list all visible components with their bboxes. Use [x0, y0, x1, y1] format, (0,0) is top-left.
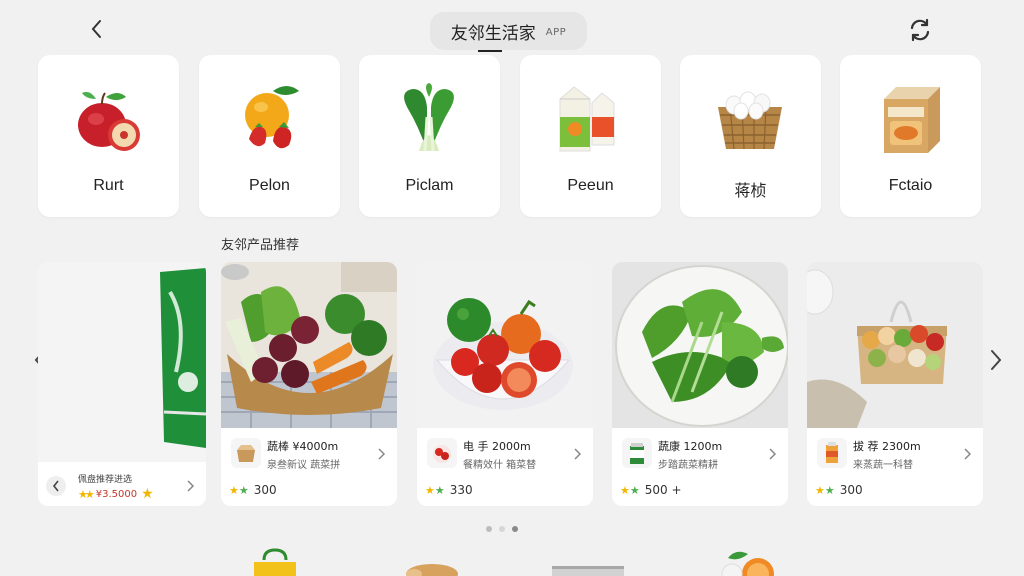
product-card[interactable]: 电 手 2000m 餐精效什 箱菜替 ★ ★ 330: [417, 262, 593, 506]
category-label: Peeun: [567, 177, 614, 194]
egg-basket-icon: [718, 91, 782, 150]
bread-icon[interactable]: [402, 548, 462, 576]
star-icon: ★: [824, 483, 835, 497]
tomato-thumb-icon: [427, 438, 457, 468]
refresh-button[interactable]: [904, 14, 936, 46]
bok-choy-icon: [404, 83, 454, 152]
category-card-piclam[interactable]: Piclam: [359, 55, 500, 217]
chevron-left-icon: [91, 20, 101, 38]
chevron-right-icon[interactable]: [573, 448, 583, 460]
category-card-peeun[interactable]: Peeun: [520, 55, 661, 217]
rating-row: ★ ★ 300: [807, 476, 983, 504]
chevron-right-icon[interactable]: [186, 480, 196, 492]
rating-value: 300: [253, 483, 277, 497]
chevron-right-icon: [991, 350, 1002, 370]
category-label: Fctaio: [888, 177, 933, 194]
partial-info-row: 佩盘推荐进选 ★★ ¥3.5000 ★: [38, 464, 206, 506]
app-title-pill: 友邻生活家 APP: [430, 12, 587, 50]
product-name: 电 手 2000m: [463, 440, 531, 453]
chevron-left-icon: [52, 480, 59, 492]
rating-value: 500 +: [644, 483, 682, 497]
tomato-bowl-image: [417, 262, 593, 428]
orange-icon[interactable]: [712, 548, 782, 576]
category-label: 蒋桢: [734, 183, 767, 200]
carousel-next-button[interactable]: [984, 344, 1008, 376]
star-icon: ★: [238, 483, 249, 497]
category-card-eggs[interactable]: 蒋桢: [680, 55, 821, 217]
rating-value: 330: [449, 483, 473, 497]
category-label: Piclam: [405, 177, 454, 194]
leafy-greens-plate-image: [612, 262, 788, 428]
green-bag-image: [38, 262, 206, 462]
juice-thumb-icon: [817, 438, 847, 468]
product-desc: 泉叁新议 蔬菜拼: [267, 460, 341, 471]
star-icon: ★: [434, 483, 445, 497]
pagination-dot-active[interactable]: [512, 526, 518, 532]
star-icon: ★: [815, 483, 825, 497]
star-icon: ★: [425, 483, 435, 497]
vegetable-basket-image: [221, 262, 397, 428]
product-card[interactable]: 拔 荐 2300m 来蒸蔬一科替 ★ ★ 300: [807, 262, 983, 506]
orange-strawberry-icon: [245, 86, 299, 149]
product-card[interactable]: 蔬棒 ¥4000m 泉叁新议 蔬菜拼 ★ ★ 300: [221, 262, 397, 506]
category-card-pelon[interactable]: Pelon: [199, 55, 340, 217]
product-name: 蔬棒 ¥4000m: [267, 440, 339, 453]
partial-price: ¥3.5000: [95, 488, 138, 500]
product-desc: 来蒸蔬一科替: [853, 460, 913, 471]
container-icon[interactable]: [548, 548, 628, 576]
star-icon: ★: [620, 483, 630, 497]
apple-icon: [78, 91, 140, 151]
product-name: 蔬康 1200m: [658, 440, 723, 453]
rating-value: 300: [839, 483, 863, 497]
chevron-right-icon[interactable]: [963, 448, 973, 460]
product-info-row: 蔬康 1200m 步踏蔬菜精耕: [612, 428, 788, 476]
food-box-icon: [884, 87, 940, 153]
star-icon: ★: [629, 483, 640, 497]
produce-box-image: [807, 262, 983, 428]
product-desc: 步踏蔬菜精耕: [658, 460, 718, 471]
rating-row: ★ ★ 500 +: [612, 476, 788, 504]
product-info-row: 电 手 2000m 餐精效什 箱菜替: [417, 428, 593, 476]
shopping-bag-icon[interactable]: [250, 548, 300, 576]
product-desc: 餐精效什 箱菜替: [463, 460, 537, 471]
chevron-right-icon[interactable]: [377, 448, 387, 460]
box-thumb-icon: [231, 438, 261, 468]
category-label: Rurt: [93, 177, 124, 194]
rating-row: ★ ★ 330: [417, 476, 593, 504]
milk-carton-icon: [559, 86, 615, 152]
partial-name: 佩盘推荐进选: [78, 475, 133, 485]
app-title: 友邻生活家: [450, 23, 536, 44]
product-name: 拔 荐 2300m: [853, 440, 921, 453]
chevron-right-icon[interactable]: [768, 448, 778, 460]
section-title: 友邻产品推荐: [221, 238, 300, 253]
product-card[interactable]: 蔬康 1200m 步踏蔬菜精耕 ★ ★ 500 +: [612, 262, 788, 506]
back-button[interactable]: [84, 16, 110, 42]
star-icon: ★: [141, 486, 154, 502]
greens-jar-thumb-icon: [622, 438, 652, 468]
rating-row: ★ ★ 300: [221, 476, 397, 504]
small-prev-button[interactable]: [46, 476, 66, 496]
category-card-rurt[interactable]: Rurt: [38, 55, 179, 217]
category-label: Pelon: [249, 177, 290, 194]
refresh-icon: [910, 18, 930, 42]
star-icon: ★★: [78, 487, 95, 501]
product-info-row: 蔬棒 ¥4000m 泉叁新议 蔬菜拼: [221, 428, 397, 476]
category-card-fctaio[interactable]: Fctaio: [840, 55, 981, 217]
pagination-dot[interactable]: [499, 526, 505, 532]
star-icon: ★: [229, 483, 239, 497]
pagination-dot[interactable]: [486, 526, 492, 532]
product-info-row: 拔 荐 2300m 来蒸蔬一科替: [807, 428, 983, 476]
title-underline: [478, 50, 502, 52]
product-card-partial[interactable]: 佩盘推荐进选 ★★ ¥3.5000 ★: [38, 262, 206, 506]
app-badge: APP: [545, 27, 567, 38]
